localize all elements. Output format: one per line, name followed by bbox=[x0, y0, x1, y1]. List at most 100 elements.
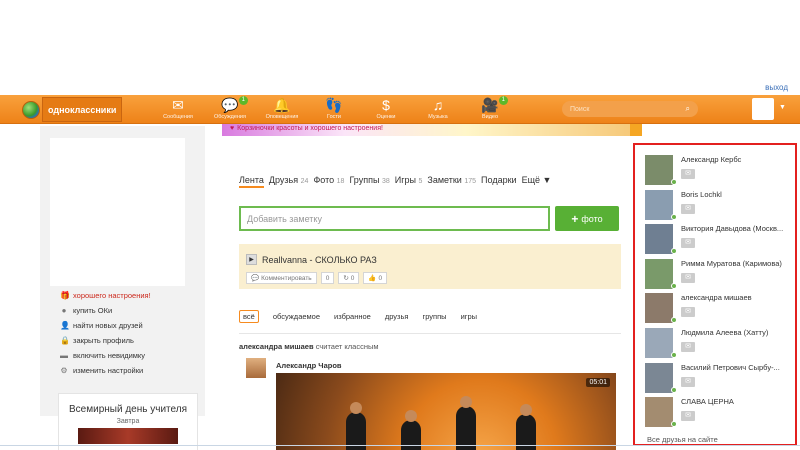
friend-name[interactable]: Римма Муратова (Каримова) bbox=[681, 259, 795, 268]
nav-item-5[interactable]: ♫ Музыка bbox=[412, 95, 464, 123]
feed-tabs: Лента Друзья 24 Фото 18 Группы 38 Игры 5 Заме… bbox=[239, 175, 551, 188]
tab-1[interactable]: Друзья 24 bbox=[269, 175, 309, 188]
tab-count: 18 bbox=[336, 178, 345, 185]
online-indicator-icon bbox=[671, 282, 677, 289]
post-avatar[interactable] bbox=[246, 358, 266, 378]
tab-2[interactable]: Фото 18 bbox=[313, 175, 344, 188]
tab-count: 5 bbox=[418, 178, 423, 185]
holiday-widget[interactable]: Всемирный день учителя Завтра bbox=[58, 393, 198, 450]
tab-3[interactable]: Группы 38 bbox=[349, 175, 389, 188]
message-icon[interactable]: ✉ bbox=[681, 169, 695, 179]
envelope-icon: ✉ bbox=[172, 97, 184, 113]
friend-avatar[interactable] bbox=[645, 328, 673, 358]
friend-avatar[interactable] bbox=[645, 293, 673, 324]
share-button[interactable]: ↻ 0 bbox=[338, 272, 360, 284]
post-author[interactable]: Александр Чаров bbox=[276, 361, 342, 370]
search-box[interactable]: ⌕ bbox=[562, 101, 698, 117]
add-photo-label: фото bbox=[581, 213, 603, 224]
tab-7[interactable]: Ещё ▼ bbox=[522, 175, 552, 188]
filter-2[interactable]: избранное bbox=[334, 312, 371, 321]
message-icon[interactable]: ✉ bbox=[681, 238, 695, 249]
online-indicator-icon bbox=[671, 352, 677, 358]
profile-link[interactable]: ● купить ОКи bbox=[60, 303, 151, 318]
online-indicator-icon bbox=[671, 248, 677, 255]
message-icon[interactable]: ✉ bbox=[681, 307, 695, 318]
friend-item[interactable]: Boris Lochkl ✉ bbox=[645, 189, 795, 224]
filter-1[interactable]: обсуждаемое bbox=[273, 312, 320, 321]
video-figure bbox=[456, 396, 476, 450]
video-duration: 05:01 bbox=[586, 378, 610, 387]
message-icon[interactable]: ✉ bbox=[681, 203, 695, 214]
online-indicator-icon bbox=[671, 179, 677, 185]
friend-name[interactable]: Виктория Давыдова (Москв... bbox=[681, 224, 795, 233]
profile-link[interactable]: 👤 найти новых друзей bbox=[60, 318, 151, 333]
profile-avatar[interactable] bbox=[752, 98, 774, 120]
friend-item[interactable]: Василий Петрович Сырбу-... ✉ bbox=[645, 362, 795, 397]
profile-photo-area[interactable] bbox=[50, 138, 185, 286]
comment-button[interactable]: 💬 Комментировать bbox=[246, 272, 317, 284]
post-user-link[interactable]: александра мишаев bbox=[239, 342, 314, 351]
track-title[interactable]: Reallvanna - СКОЛЬКО РАЗ bbox=[262, 255, 377, 265]
filter-3[interactable]: друзья bbox=[385, 312, 409, 321]
tab-label: Друзья bbox=[268, 175, 299, 185]
friend-item[interactable]: Римма Муратова (Каримова) ✉ bbox=[645, 258, 795, 293]
logout-link[interactable]: выход bbox=[765, 83, 788, 92]
profile-link[interactable]: 🎁 хорошего настроения! bbox=[60, 288, 151, 303]
site-name: одноклассники bbox=[42, 97, 123, 122]
friend-item[interactable]: Людмила Алеева (Хатту) ✉ bbox=[645, 328, 795, 362]
friend-avatar[interactable] bbox=[645, 362, 673, 393]
profile-link[interactable]: ⚙ изменить настройки bbox=[60, 363, 151, 378]
friend-avatar[interactable] bbox=[645, 258, 673, 289]
video-player[interactable]: 05:01 bbox=[276, 373, 616, 450]
nav-item-4[interactable]: $ Оценки bbox=[360, 95, 412, 123]
message-icon[interactable]: ✉ bbox=[681, 342, 695, 352]
filter-4[interactable]: группы bbox=[422, 312, 446, 321]
friend-name[interactable]: СЛАВА ЦЕРНА bbox=[681, 397, 795, 406]
profile-link[interactable]: ▬ включить невидимку bbox=[60, 348, 151, 363]
nav-item-6[interactable]: 🎥 Видео 1 bbox=[464, 95, 516, 123]
friend-name[interactable]: Василий Петрович Сырбу-... bbox=[681, 363, 795, 372]
nav-item-3[interactable]: 👣 Гости bbox=[308, 95, 360, 123]
friend-item[interactable]: александра мишаев ✉ bbox=[645, 293, 795, 327]
tab-6[interactable]: Подарки bbox=[481, 175, 517, 188]
nav-item-2[interactable]: 🔔 Оповещения bbox=[256, 95, 308, 123]
friend-name[interactable]: александра мишаев bbox=[681, 293, 795, 302]
friend-item[interactable]: Александр Кербс ✉ bbox=[645, 155, 795, 189]
friend-avatar[interactable] bbox=[645, 224, 673, 255]
tab-count: 24 bbox=[300, 178, 309, 185]
friend-name[interactable]: Людмила Алеева (Хатту) bbox=[681, 328, 795, 337]
message-icon[interactable]: ✉ bbox=[681, 411, 695, 422]
tab-5[interactable]: Заметки 175 bbox=[427, 175, 476, 188]
message-icon[interactable]: ✉ bbox=[681, 376, 695, 387]
friend-avatar[interactable] bbox=[645, 155, 673, 185]
tab-4[interactable]: Игры 5 bbox=[395, 175, 423, 188]
profile-link[interactable]: 🔒 закрыть профиль bbox=[60, 333, 151, 348]
share-icon: ↻ bbox=[343, 275, 349, 282]
profile-link-label: купить ОКи bbox=[73, 306, 113, 315]
friend-name[interactable]: Александр Кербс bbox=[681, 155, 795, 164]
note-input[interactable]: Добавить заметку bbox=[239, 206, 550, 231]
all-friends-link[interactable]: Все друзья на сайте bbox=[647, 435, 718, 444]
search-icon[interactable]: ⌕ bbox=[686, 104, 690, 114]
nav-item-0[interactable]: ✉ Сообщения bbox=[152, 95, 204, 123]
message-icon[interactable]: ✉ bbox=[681, 272, 695, 283]
site-logo[interactable]: одноклассники bbox=[22, 97, 123, 122]
add-photo-button[interactable]: + фото bbox=[555, 206, 619, 231]
friend-name[interactable]: Boris Lochkl bbox=[681, 190, 795, 199]
friend-avatar[interactable] bbox=[645, 397, 673, 428]
tab-label: Лента bbox=[239, 175, 264, 185]
filter-5[interactable]: игры bbox=[461, 312, 478, 321]
promo-banner[interactable]: ♥ Корзиночки красоты и хорошего настроен… bbox=[222, 124, 630, 136]
plus-icon: + bbox=[571, 211, 579, 226]
like-button[interactable]: 👍 0 bbox=[363, 272, 388, 284]
nav-item-1[interactable]: 💬 Обсуждения 1 bbox=[204, 95, 256, 123]
play-icon[interactable]: ▶ bbox=[246, 254, 257, 265]
friend-avatar[interactable] bbox=[645, 189, 673, 220]
notification-badge: 1 bbox=[238, 96, 248, 105]
friend-item[interactable]: Виктория Давыдова (Москв... ✉ bbox=[645, 224, 795, 258]
filter-0[interactable]: всё bbox=[239, 310, 259, 323]
chevron-down-icon[interactable]: ▼ bbox=[779, 104, 786, 111]
tab-0[interactable]: Лента bbox=[239, 175, 264, 188]
search-input[interactable] bbox=[570, 105, 670, 113]
friend-item[interactable]: СЛАВА ЦЕРНА ✉ bbox=[645, 397, 795, 431]
